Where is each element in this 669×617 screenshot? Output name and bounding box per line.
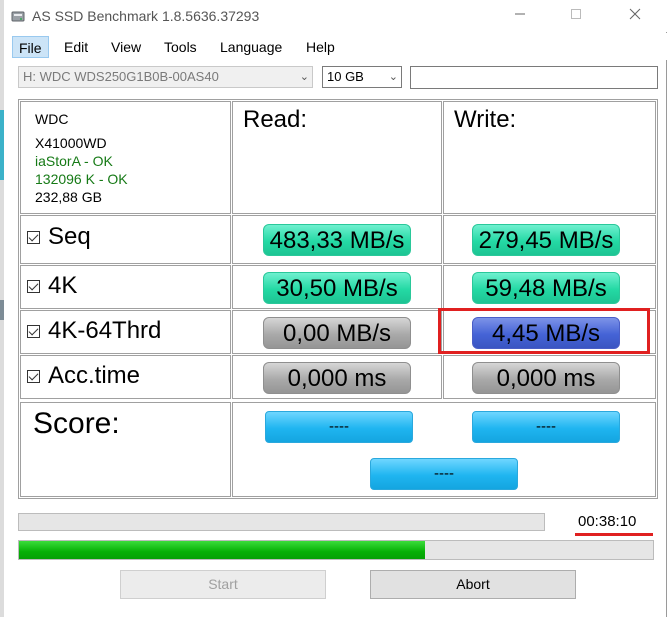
4k-write-value: 59,48 MB/s bbox=[472, 272, 620, 304]
4k64-read-value: 0,00 MB/s bbox=[263, 317, 411, 349]
4k-checkbox-row[interactable]: 4K bbox=[27, 271, 77, 301]
drive-select-value: H: WDC WDS250G1B0B-00AS40 bbox=[23, 69, 219, 84]
4k-checkbox[interactable] bbox=[27, 279, 40, 293]
seq-read-value: 483,33 MB/s bbox=[263, 224, 411, 256]
score-write-value: ---- bbox=[472, 411, 620, 443]
title-bar[interactable]: AS SSD Benchmark 1.8.5636.37293 bbox=[4, 0, 667, 32]
seq-read-cell: 483,33 MB/s bbox=[232, 215, 442, 264]
seq-write-cell: 279,45 MB/s bbox=[443, 215, 656, 264]
acctime-checkbox-row[interactable]: Acc.time bbox=[27, 361, 140, 391]
driver-status: iaStorA - OK bbox=[35, 153, 113, 169]
acctime-checkbox[interactable] bbox=[27, 369, 40, 383]
4k64-label-cell: 4K-64Thrd bbox=[20, 310, 231, 354]
test-size-value: 10 GB bbox=[327, 69, 364, 84]
timer-underline-annotation bbox=[575, 533, 653, 536]
close-icon bbox=[629, 8, 641, 20]
acctime-write-value: 0,000 ms bbox=[472, 362, 620, 394]
acctime-write-cell: 0,000 ms bbox=[443, 355, 656, 399]
4k64-checkbox[interactable] bbox=[27, 324, 40, 338]
close-button[interactable] bbox=[612, 0, 658, 32]
chevron-down-icon: ⌄ bbox=[299, 71, 309, 83]
4k-write-cell: 59,48 MB/s bbox=[443, 265, 656, 309]
maximize-icon bbox=[571, 9, 581, 19]
4k-read-value: 30,50 MB/s bbox=[263, 272, 411, 304]
menu-help[interactable]: Help bbox=[300, 36, 341, 58]
drive-select[interactable]: H: WDC WDS250G1B0B-00AS40 ⌄ bbox=[18, 66, 313, 88]
score-read-value: ---- bbox=[265, 411, 413, 443]
maximize-button[interactable] bbox=[553, 0, 599, 32]
menu-edit[interactable]: Edit bbox=[58, 36, 94, 58]
test-size-select[interactable]: 10 GB ⌄ bbox=[322, 66, 402, 88]
seq-write-value: 279,45 MB/s bbox=[472, 224, 620, 256]
menu-tools[interactable]: Tools bbox=[158, 36, 203, 58]
info-textbox[interactable] bbox=[410, 66, 658, 89]
read-column-header: Read: bbox=[243, 106, 308, 133]
menu-bar: File Edit View Tools Language Help bbox=[4, 33, 667, 60]
minimize-icon bbox=[515, 13, 525, 15]
results-grid: WDC X41000WD iaStorA - OK 132096 K - OK … bbox=[18, 99, 658, 499]
menu-language[interactable]: Language bbox=[214, 36, 288, 58]
drive-firmware: X41000WD bbox=[35, 135, 107, 151]
acctime-read-value: 0,000 ms bbox=[263, 362, 411, 394]
overall-progress-fill bbox=[19, 541, 425, 559]
highlight-annotation-box bbox=[438, 308, 650, 354]
4k64-label: 4K-64Thrd bbox=[48, 317, 162, 344]
4k-read-cell: 30,50 MB/s bbox=[232, 265, 442, 309]
4k64-checkbox-row[interactable]: 4K-64Thrd bbox=[27, 316, 161, 346]
4k-label: 4K bbox=[48, 272, 78, 299]
score-label: Score: bbox=[33, 407, 120, 440]
drive-icon bbox=[11, 11, 25, 22]
drive-info-cell: WDC X41000WD iaStorA - OK 132096 K - OK … bbox=[20, 101, 231, 214]
read-header-cell: Read: bbox=[232, 101, 442, 214]
write-header-cell: Write: bbox=[443, 101, 656, 214]
seq-checkbox[interactable] bbox=[27, 230, 40, 244]
chevron-down-icon: ⌄ bbox=[388, 71, 398, 83]
4k-label-cell: 4K bbox=[20, 265, 231, 309]
score-total-value: ---- bbox=[370, 458, 518, 490]
score-values-cell: ---- ---- ---- bbox=[232, 402, 656, 497]
menu-file[interactable]: File bbox=[12, 36, 49, 58]
acctime-label: Acc.time bbox=[48, 362, 141, 389]
seq-label: Seq bbox=[48, 223, 91, 250]
drive-capacity: 232,88 GB bbox=[35, 189, 102, 205]
overall-progress-bar bbox=[18, 540, 654, 560]
acctime-read-cell: 0,000 ms bbox=[232, 355, 442, 399]
drive-model: WDC bbox=[35, 111, 69, 127]
score-label-cell: Score: bbox=[20, 402, 231, 497]
test-progress-bar bbox=[18, 513, 545, 531]
seq-label-cell: Seq bbox=[20, 215, 231, 264]
window-title: AS SSD Benchmark 1.8.5636.37293 bbox=[32, 8, 260, 24]
acctime-label-cell: Acc.time bbox=[20, 355, 231, 399]
write-column-header: Write: bbox=[454, 106, 517, 133]
menu-view[interactable]: View bbox=[105, 36, 147, 58]
start-button[interactable]: Start bbox=[120, 570, 326, 599]
abort-button[interactable]: Abort bbox=[370, 570, 576, 599]
app-window: AS SSD Benchmark 1.8.5636.37293 File Edi… bbox=[4, 0, 667, 617]
alignment-status: 132096 K - OK bbox=[35, 171, 128, 187]
elapsed-timer: 00:38:10 bbox=[578, 513, 637, 530]
drive-info: WDC X41000WD iaStorA - OK 132096 K - OK … bbox=[35, 110, 128, 206]
minimize-button[interactable] bbox=[497, 0, 543, 32]
4k64-read-cell: 0,00 MB/s bbox=[232, 310, 442, 354]
seq-checkbox-row[interactable]: Seq bbox=[27, 222, 91, 252]
